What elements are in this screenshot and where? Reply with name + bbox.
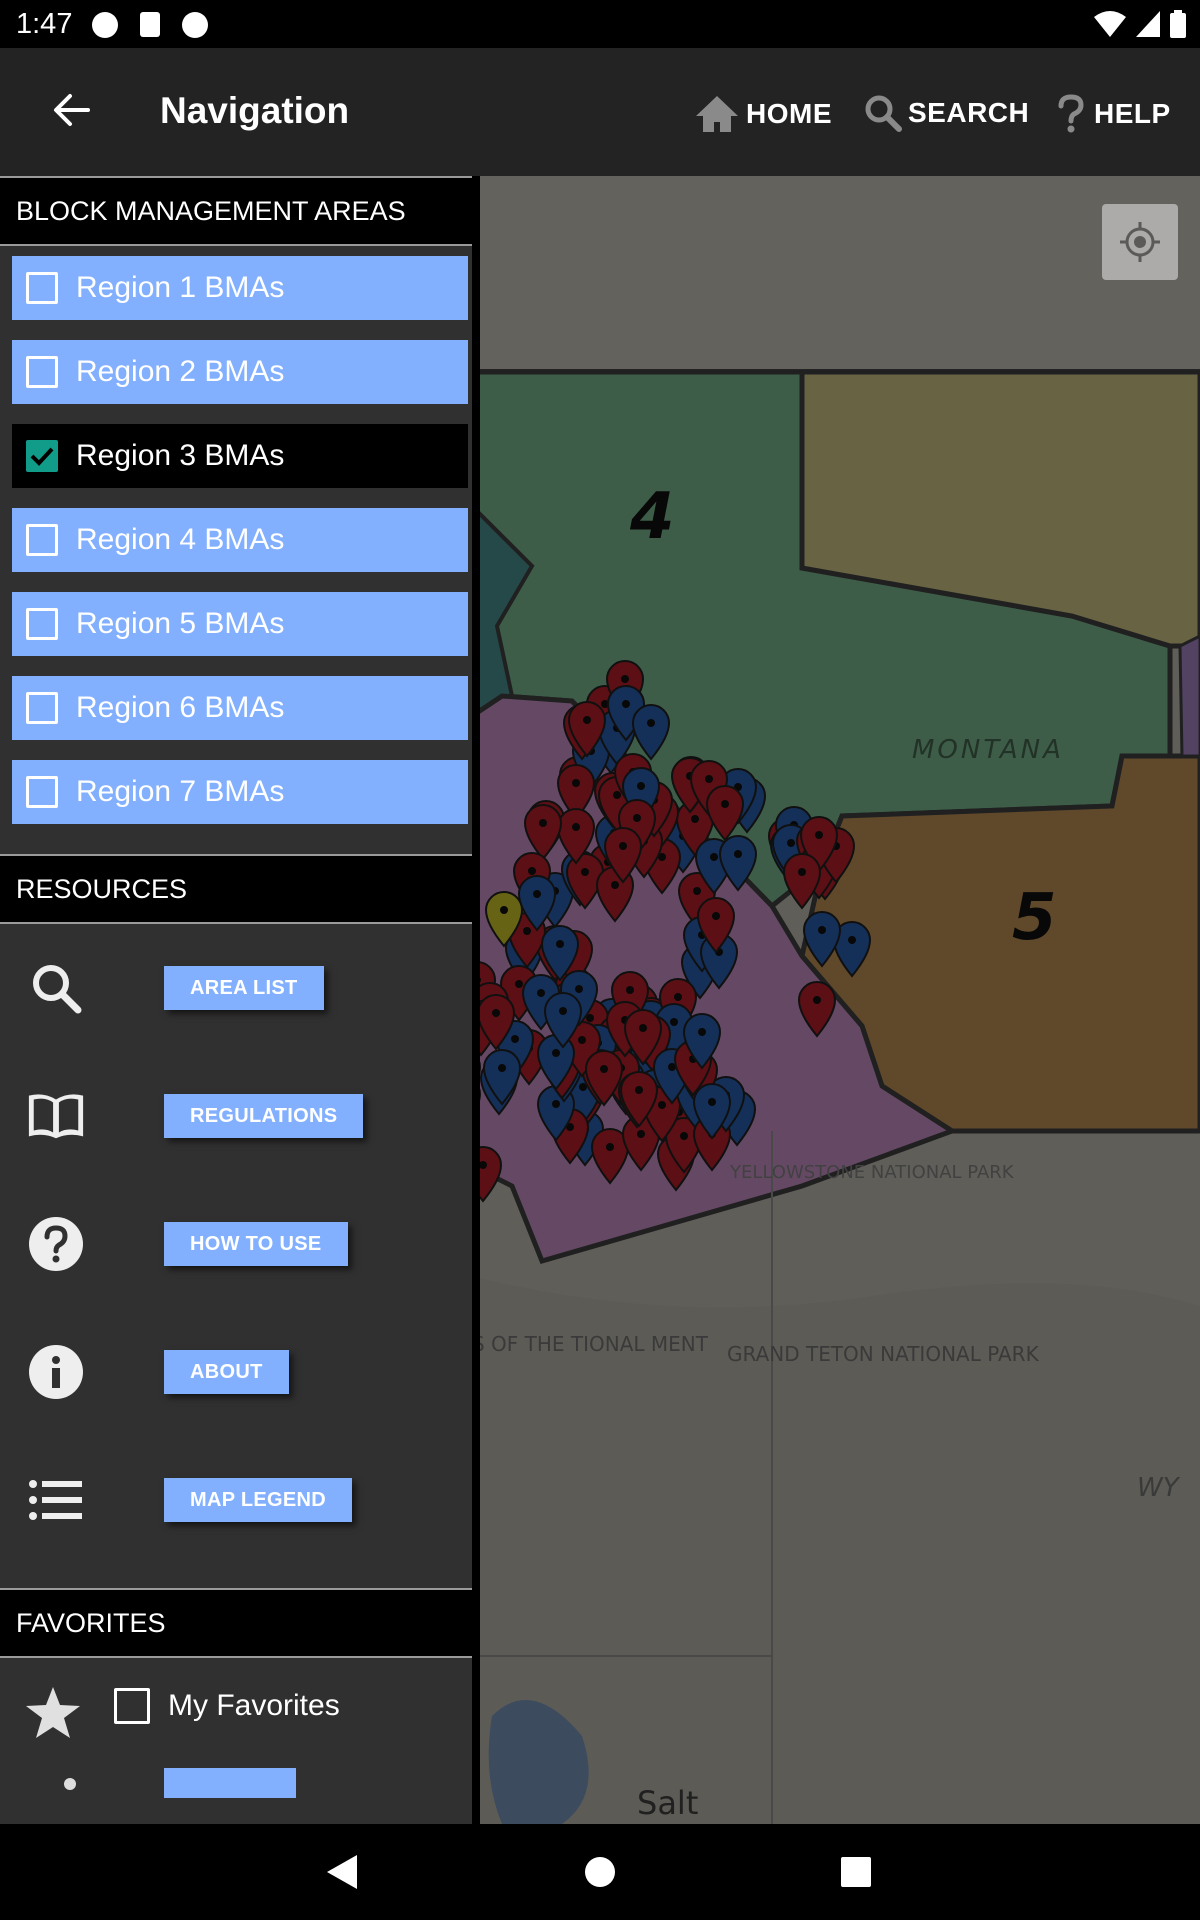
regulations-button[interactable]: REGULATIONS xyxy=(164,1094,364,1138)
wifi-icon xyxy=(1094,11,1126,37)
status-bar: 1:47 xyxy=(0,0,1200,48)
region-label: Region 2 BMAs xyxy=(76,355,285,388)
region-checkbox[interactable] xyxy=(26,524,58,556)
home-icon xyxy=(696,96,738,132)
how-to-use-button[interactable]: HOW TO USE xyxy=(164,1222,348,1266)
region-checkbox[interactable] xyxy=(26,776,58,808)
my-location-button[interactable] xyxy=(1102,204,1178,280)
sd-card-icon xyxy=(140,12,160,37)
crosshair-icon xyxy=(1120,222,1160,262)
region-checkbox[interactable] xyxy=(26,692,58,724)
battery-icon xyxy=(1170,10,1186,38)
resources-spacer xyxy=(0,1564,472,1588)
section-header-resources: RESOURCES xyxy=(0,854,472,924)
my-favorites-checkbox[interactable] xyxy=(114,1688,150,1724)
info-icon xyxy=(26,1342,86,1402)
partial-row xyxy=(0,1754,472,1798)
map-dim-overlay[interactable] xyxy=(472,176,1200,1824)
region-7-toggle[interactable]: Region 7 BMAs xyxy=(12,760,468,824)
share-icon xyxy=(64,1778,76,1790)
search-icon xyxy=(865,95,902,132)
region-checkbox[interactable] xyxy=(26,608,58,640)
system-nav-bar xyxy=(0,1824,1200,1920)
back-arrow-icon[interactable] xyxy=(48,86,96,134)
map-legend-button[interactable]: MAP LEGEND xyxy=(164,1478,352,1522)
help-icon xyxy=(1058,94,1084,133)
region-list: Region 1 BMAs Region 2 BMAs Region 3 BMAs R… xyxy=(0,246,472,854)
region-6-toggle[interactable]: Region 6 BMAs xyxy=(12,676,468,740)
notification-app-icon xyxy=(182,12,208,38)
book-icon xyxy=(26,1086,86,1146)
nav-recents-icon[interactable] xyxy=(841,1857,871,1887)
status-time: 1:47 xyxy=(16,8,73,40)
region-2-toggle[interactable]: Region 2 BMAs xyxy=(12,340,468,404)
about-button[interactable]: ABOUT xyxy=(164,1350,289,1394)
map-view[interactable]: 4 5 MONTANA YELLOWSTONE NATIONAL PARK GR… xyxy=(472,176,1200,1824)
home-button[interactable]: HOME xyxy=(694,94,832,134)
region-label: Region 5 BMAs xyxy=(76,607,285,640)
page-title: Navigation xyxy=(160,90,350,131)
partial-resource-button[interactable] xyxy=(164,1768,296,1798)
region-checkbox[interactable] xyxy=(26,356,58,388)
navigation-drawer: BLOCK MANAGEMENT AREAS Region 1 BMAs Regi… xyxy=(0,176,472,1824)
star-icon xyxy=(26,1687,80,1738)
region-label: Region 6 BMAs xyxy=(76,691,285,724)
list-icon xyxy=(26,1470,86,1530)
area-list-button[interactable]: AREA LIST xyxy=(164,966,324,1010)
region-3-toggle[interactable]: Region 3 BMAs xyxy=(12,424,468,488)
resource-row-map-legend: MAP LEGEND xyxy=(0,1436,472,1564)
region-checkbox[interactable] xyxy=(26,272,58,304)
resource-row-regulations: REGULATIONS xyxy=(0,1052,472,1180)
region-1-toggle[interactable]: Region 1 BMAs xyxy=(12,256,468,320)
region-checkbox[interactable] xyxy=(26,440,58,472)
region-label: Region 3 BMAs xyxy=(76,439,285,472)
section-header-favorites: FAVORITES xyxy=(0,1588,472,1658)
help-label: HELP xyxy=(1094,98,1171,129)
my-favorites-row[interactable]: My Favorites xyxy=(0,1658,472,1754)
help-circle-icon xyxy=(26,1214,86,1274)
nav-back-icon[interactable] xyxy=(325,1853,359,1891)
help-button[interactable]: HELP xyxy=(1054,94,1171,134)
signal-icon xyxy=(1136,11,1160,37)
search-button[interactable]: SEARCH xyxy=(864,94,1029,132)
section-header-bma: BLOCK MANAGEMENT AREAS xyxy=(0,176,472,246)
drawer-divider xyxy=(472,176,480,1824)
home-label: HOME xyxy=(746,98,832,129)
system-status-icons xyxy=(1094,9,1186,39)
my-favorites-label: My Favorites xyxy=(168,1689,340,1722)
nav-home-icon[interactable] xyxy=(584,1856,616,1888)
region-label: Region 7 BMAs xyxy=(76,775,285,808)
region-label: Region 1 BMAs xyxy=(76,271,285,304)
region-4-toggle[interactable]: Region 4 BMAs xyxy=(12,508,468,572)
region-5-toggle[interactable]: Region 5 BMAs xyxy=(12,592,468,656)
search-icon xyxy=(26,958,86,1018)
app-bar: Navigation HOME SEARCH HELP xyxy=(0,48,1200,176)
notification-app-icon xyxy=(92,12,118,38)
resource-row-how-to-use: HOW TO USE xyxy=(0,1180,472,1308)
resource-row-about: ABOUT xyxy=(0,1308,472,1436)
check-icon xyxy=(30,447,54,466)
resource-row-area-list: AREA LIST xyxy=(0,924,472,1052)
region-label: Region 4 BMAs xyxy=(76,523,285,556)
search-label: SEARCH xyxy=(908,97,1030,128)
